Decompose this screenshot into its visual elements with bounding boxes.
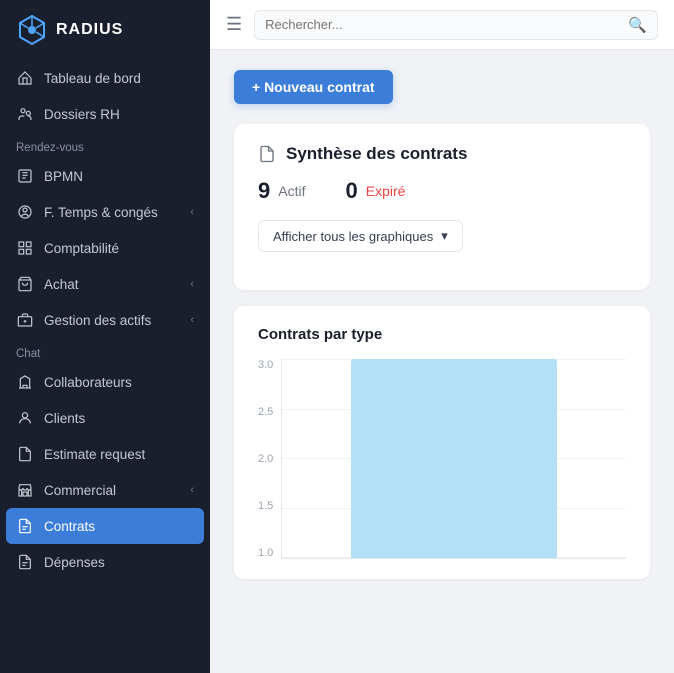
file-icon <box>16 445 34 463</box>
main-content: + Nouveau contrat Synthèse des contrats … <box>210 50 674 673</box>
sidebar-item-collaborateurs[interactable]: Collaborateurs <box>0 364 210 400</box>
section-label-chat: Chat <box>0 338 210 364</box>
building2-icon <box>16 373 34 391</box>
y-label-2-5: 2.5 <box>258 406 273 418</box>
logo-area: RADIUS <box>0 0 210 60</box>
radius-logo-icon <box>16 14 48 46</box>
sidebar-item-comptabilite[interactable]: Comptabilité <box>0 230 210 266</box>
dropdown-label: Afficher tous les graphiques <box>273 229 433 244</box>
file-text2-icon <box>16 553 34 571</box>
book-icon <box>16 167 34 185</box>
sidebar-label-gestion-actifs: Gestion des actifs <box>44 313 151 328</box>
sidebar-label-depenses: Dépenses <box>44 555 105 570</box>
document-icon <box>258 145 276 163</box>
sidebar: RADIUS Tableau de bord Dossiers RH Rende… <box>0 0 210 673</box>
grid-icon <box>16 239 34 257</box>
sidebar-item-bpmn[interactable]: BPMN <box>0 158 210 194</box>
sidebar-item-tableau-de-bord[interactable]: Tableau de bord <box>0 60 210 96</box>
user-circle-icon <box>16 203 34 221</box>
chevron-icon: ‹ <box>190 206 194 218</box>
hamburger-button[interactable]: ☰ <box>226 14 242 35</box>
sidebar-item-depenses[interactable]: Dépenses <box>0 544 210 580</box>
sidebar-label-comptabilite: Comptabilité <box>44 241 119 256</box>
sidebar-label-achat: Achat <box>44 277 79 292</box>
sidebar-label-dossiers-rh: Dossiers RH <box>44 107 120 122</box>
chart-bars <box>281 359 626 559</box>
chart-section: Contrats par type 3.0 2.5 2.0 1.5 1.0 <box>234 306 650 579</box>
sidebar-item-clients[interactable]: Clients <box>0 400 210 436</box>
chevron-down-icon: ▾ <box>441 228 448 244</box>
sidebar-item-gestion-actifs[interactable]: Gestion des actifs ‹ <box>0 302 210 338</box>
main-area: ☰ 🔍 + Nouveau contrat Synthèse des contr… <box>210 0 674 673</box>
user-icon <box>16 409 34 427</box>
expired-label: Expiré <box>366 183 406 199</box>
section-label-rendez-vous: Rendez-vous <box>0 132 210 158</box>
sidebar-label-clients: Clients <box>44 411 85 426</box>
chevron-icon-commercial: ‹ <box>190 484 194 496</box>
sidebar-item-f-temps-conges[interactable]: F. Temps & congés ‹ <box>0 194 210 230</box>
stats-row: 9 Actif 0 Expiré <box>258 178 626 204</box>
building-icon <box>16 311 34 329</box>
chevron-icon-gestion: ‹ <box>190 314 194 326</box>
search-input[interactable] <box>265 17 620 32</box>
search-icon: 🔍 <box>628 16 647 34</box>
active-count: 9 <box>258 178 270 204</box>
y-label-2: 2.0 <box>258 453 273 465</box>
expired-count: 0 <box>345 178 357 204</box>
active-label: Actif <box>278 183 305 199</box>
sidebar-label-bpmn: BPMN <box>44 169 83 184</box>
synthese-title: Synthèse des contrats <box>258 144 626 164</box>
sidebar-label-collaborateurs: Collaborateurs <box>44 375 132 390</box>
y-label-1: 1.0 <box>258 547 273 559</box>
bar-1 <box>351 359 557 558</box>
sidebar-item-contrats[interactable]: Contrats <box>6 508 204 544</box>
sidebar-label-commercial: Commercial <box>44 483 116 498</box>
store-icon <box>16 481 34 499</box>
chart-title: Contrats par type <box>258 326 626 343</box>
app-name: RADIUS <box>56 21 123 39</box>
cart-icon <box>16 275 34 293</box>
sidebar-item-dossiers-rh[interactable]: Dossiers RH <box>0 96 210 132</box>
sidebar-label-estimate-request: Estimate request <box>44 447 145 462</box>
search-bar[interactable]: 🔍 <box>254 10 658 40</box>
bar-col-1 <box>282 359 626 558</box>
chevron-icon-achat: ‹ <box>190 278 194 290</box>
y-label-3: 3.0 <box>258 359 273 371</box>
sidebar-label-tableau-de-bord: Tableau de bord <box>44 71 141 86</box>
sidebar-item-commercial[interactable]: Commercial ‹ <box>0 472 210 508</box>
sidebar-label-f-temps-conges: F. Temps & congés <box>44 205 158 220</box>
synthese-card: Synthèse des contrats 9 Actif 0 Expiré A… <box>234 124 650 290</box>
y-label-1-5: 1.5 <box>258 500 273 512</box>
chart-area: 3.0 2.5 2.0 1.5 1.0 <box>258 359 626 559</box>
y-axis: 3.0 2.5 2.0 1.5 1.0 <box>258 359 281 559</box>
stat-expired: 0 Expiré <box>345 178 405 204</box>
file-text-icon <box>16 517 34 535</box>
home-icon <box>16 69 34 87</box>
sidebar-label-contrats: Contrats <box>44 519 95 534</box>
sidebar-item-estimate-request[interactable]: Estimate request <box>0 436 210 472</box>
app-header: ☰ 🔍 <box>210 0 674 50</box>
users-icon <box>16 105 34 123</box>
stat-active: 9 Actif <box>258 178 305 204</box>
show-all-charts-button[interactable]: Afficher tous les graphiques ▾ <box>258 220 463 252</box>
synthese-title-text: Synthèse des contrats <box>286 144 467 164</box>
new-contract-button[interactable]: + Nouveau contrat <box>234 70 393 104</box>
sidebar-item-achat[interactable]: Achat ‹ <box>0 266 210 302</box>
